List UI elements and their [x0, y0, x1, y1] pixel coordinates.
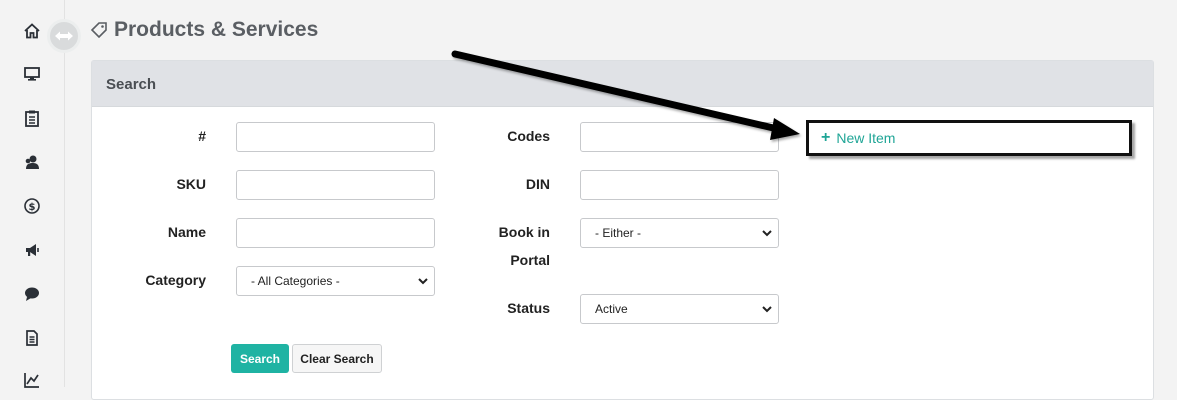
status-select-value: Active	[595, 302, 628, 316]
number-input[interactable]	[236, 122, 435, 152]
sku-label: SKU	[176, 176, 206, 192]
sku-input[interactable]	[236, 170, 435, 200]
new-item-button[interactable]: + New Item	[806, 120, 1132, 156]
search-panel-header: Search	[92, 61, 1153, 107]
name-label: Name	[167, 224, 206, 240]
users-icon[interactable]	[20, 150, 44, 174]
svg-text:$: $	[29, 202, 36, 213]
din-label: DIN	[525, 176, 550, 192]
status-label: Status	[507, 300, 550, 316]
chevron-down-icon	[418, 277, 428, 284]
document-icon[interactable]	[20, 326, 44, 350]
tag-icon	[90, 22, 107, 38]
chat-icon[interactable]	[20, 282, 44, 306]
number-label: #	[198, 128, 206, 144]
page-title-text: Products & Services	[114, 18, 319, 41]
codes-input[interactable]	[580, 122, 779, 152]
dollar-icon[interactable]: $	[20, 194, 44, 218]
codes-label: Codes	[507, 128, 550, 144]
megaphone-icon[interactable]	[20, 238, 44, 262]
expand-arrows-icon	[55, 31, 73, 41]
search-button[interactable]: Search	[231, 344, 289, 373]
name-input[interactable]	[236, 218, 435, 248]
new-item-label: New Item	[836, 130, 896, 146]
sidebar: $	[0, 0, 65, 388]
plus-icon: +	[821, 129, 831, 146]
category-select-value: - All Categories -	[251, 274, 340, 288]
sidebar-toggle-button[interactable]	[47, 19, 81, 53]
book-in-portal-select[interactable]: - Either -	[580, 218, 779, 248]
category-select[interactable]: - All Categories -	[236, 266, 435, 296]
monitor-icon[interactable]	[20, 62, 44, 86]
book-in-portal-select-value: - Either -	[595, 226, 642, 240]
category-label: Category	[145, 272, 206, 288]
clear-search-button[interactable]: Clear Search	[292, 344, 382, 373]
chart-icon[interactable]	[20, 368, 44, 392]
home-icon[interactable]	[20, 19, 44, 43]
page-title: Products & Services	[90, 16, 318, 44]
book-in-portal-label-line2: Portal	[510, 252, 550, 268]
din-input[interactable]	[580, 170, 779, 200]
chevron-down-icon	[762, 305, 772, 312]
chevron-down-icon	[762, 229, 772, 236]
clipboard-icon[interactable]	[20, 106, 44, 130]
status-select[interactable]: Active	[580, 294, 779, 324]
book-in-portal-label-line1: Book in	[498, 224, 550, 240]
